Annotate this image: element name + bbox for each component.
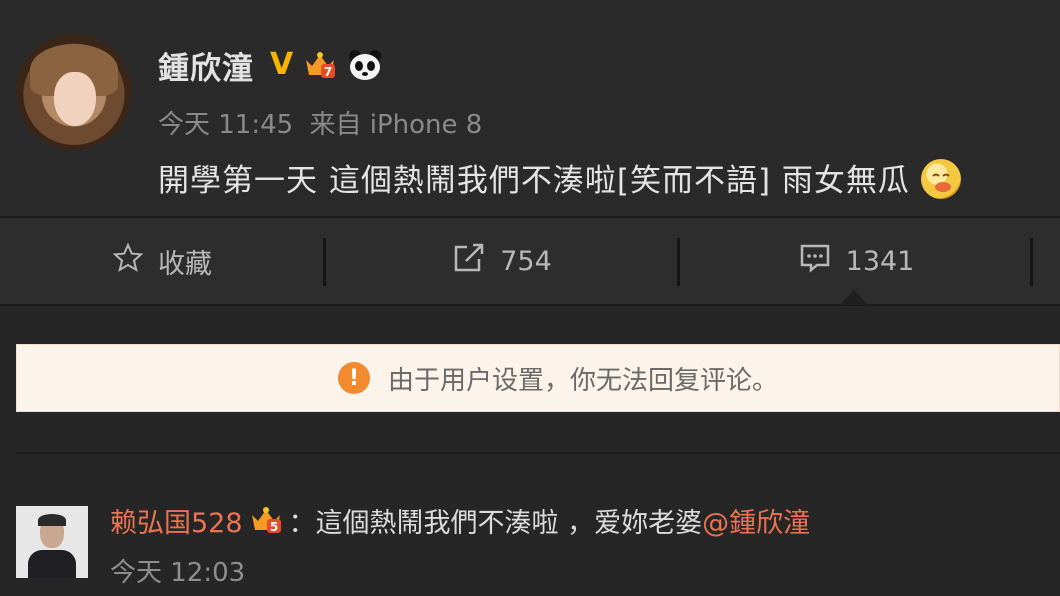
action-separator xyxy=(1030,238,1033,286)
favorite-button[interactable]: 收藏 xyxy=(0,218,324,304)
comment-mention[interactable]: @鍾欣潼 xyxy=(702,501,810,540)
comment-avatar[interactable] xyxy=(16,506,88,578)
comments-divider xyxy=(16,452,1060,454)
warning-icon: ! xyxy=(337,362,370,394)
panda-icon[interactable] xyxy=(347,48,383,82)
comment-time: 今天 12:03 xyxy=(110,558,246,588)
action-bar: 收藏 754 1341 xyxy=(0,218,1060,304)
repost-button[interactable]: 754 xyxy=(326,218,678,304)
comment-count: 1341 xyxy=(845,245,915,277)
star-icon xyxy=(112,242,144,281)
comment-text: 這個熱鬧我們不湊啦 ，爱妳老婆 xyxy=(315,507,703,539)
favorite-label: 收藏 xyxy=(158,248,212,280)
svg-text:5: 5 xyxy=(269,520,277,534)
avatar[interactable] xyxy=(16,34,132,150)
vip-crown-icon[interactable]: 7 xyxy=(303,50,337,80)
emoji-icon xyxy=(920,159,961,199)
repost-count: 754 xyxy=(500,245,552,277)
post-meta: 今天 11:45 来自 iPhone 8 xyxy=(158,104,490,141)
post-source[interactable]: 来自 iPhone 8 xyxy=(309,110,482,140)
post-text: 開學第一天 這個熱鬧我們不湊啦[笑而不語] 雨女無瓜 xyxy=(158,163,910,199)
comment-username[interactable]: 赖弘国528 xyxy=(110,501,243,540)
action-bar-divider xyxy=(0,304,1060,306)
reply-disabled-notice: ! 由于用户设置，你无法回复评论。 xyxy=(16,344,1060,412)
avatar-hair xyxy=(38,514,66,526)
comment-icon xyxy=(798,242,832,281)
post-username[interactable]: 鍾欣潼 xyxy=(158,43,254,88)
weibo-post: 鍾欣潼 V 7 今天 11:45 来自 iPhone 8 開學第一天 這個熱鬧我… xyxy=(0,0,1060,216)
active-tab-caret xyxy=(840,290,868,305)
comment-separator: ： xyxy=(288,507,316,539)
avatar-face xyxy=(54,72,96,126)
avatar-suit xyxy=(28,550,76,578)
notice-text: 由于用户设置，你无法回复评论。 xyxy=(387,365,778,396)
post-time: 今天 11:45 xyxy=(158,110,294,140)
post-content: 開學第一天 這個熱鬧我們不湊啦[笑而不語] 雨女無瓜 xyxy=(158,155,961,200)
comment-item: 赖弘国528 5 ： 這個熱鬧我們不湊啦 ，爱妳老婆 @鍾欣潼 xyxy=(110,500,810,540)
name-row: 鍾欣潼 V 7 xyxy=(158,43,383,88)
vip-crown-icon[interactable]: 5 xyxy=(249,505,283,535)
svg-text:7: 7 xyxy=(324,65,332,79)
verified-v-icon[interactable]: V xyxy=(270,50,293,80)
share-icon xyxy=(452,242,486,281)
